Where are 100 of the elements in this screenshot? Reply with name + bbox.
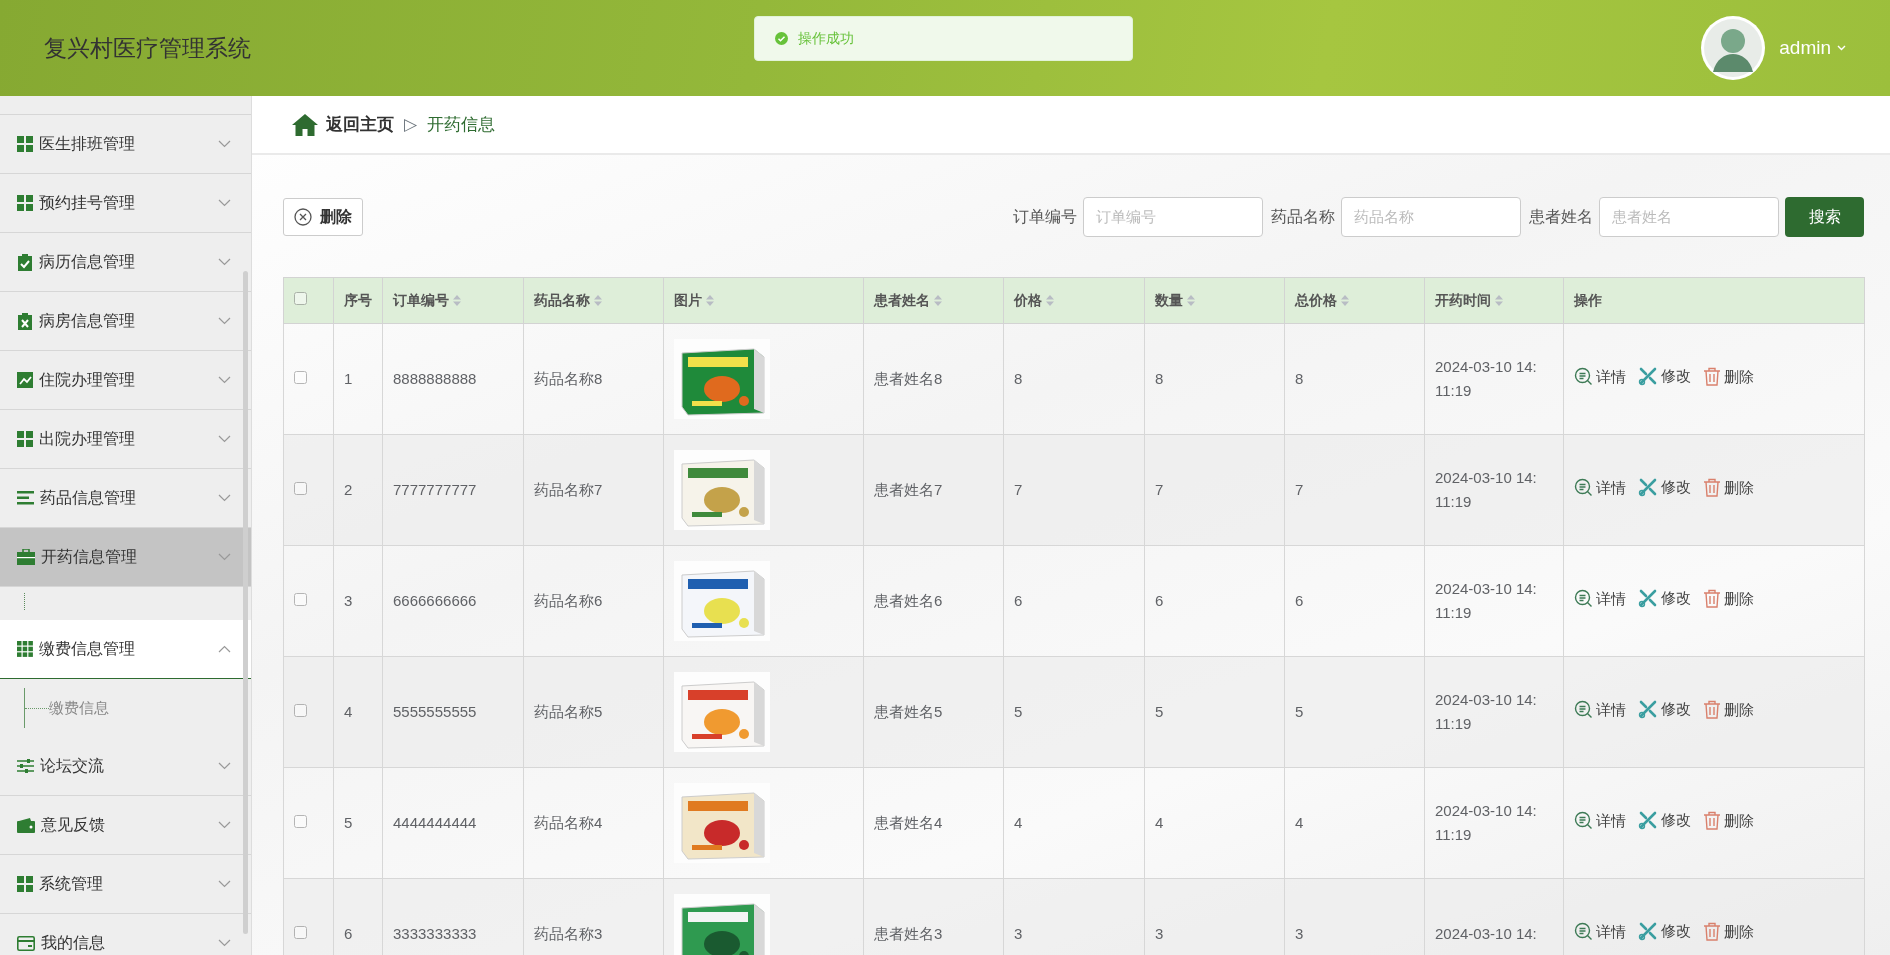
avatar[interactable] [1701,16,1766,80]
home-link[interactable]: 返回主页 [292,111,394,138]
table-cell: 3 [333,545,383,657]
details-button[interactable]: 详情 [1574,476,1626,500]
table-cell: 2024-03-10 14:11:19 [1424,323,1564,435]
table-cell: 药品名称8 [523,323,664,435]
table-cell: 患者姓名7 [863,434,1004,546]
table-cell: 4 [1003,767,1145,879]
table-cell: 6666666666 [382,545,524,657]
details-button[interactable]: 详情 [1574,587,1626,611]
tools-icon [1638,477,1658,498]
list-icon [17,491,34,505]
delete-button[interactable]: 删除 [1703,920,1754,944]
table-cell: 7 [1284,434,1425,546]
table-cell: 药品名称7 [523,434,664,546]
checkbox[interactable] [294,592,307,606]
chevron-down-icon [218,258,231,266]
trash-icon [1703,478,1721,498]
column-label: 数量 [1155,291,1183,310]
sort-icon[interactable] [453,295,461,306]
checkbox[interactable] [294,292,307,305]
sort-icon[interactable] [934,295,942,306]
edit-button[interactable]: 修改 [1638,587,1691,610]
column-label: 图片 [674,291,702,310]
card-icon [17,935,35,951]
table-cell: 4 [1144,767,1285,879]
input-field[interactable]: 患者姓名 [1599,196,1779,237]
delete-button[interactable]: 删除 [1703,698,1754,722]
column-label: 订单编号 [393,291,449,310]
checkbox[interactable] [294,814,307,828]
details-icon [1574,700,1593,720]
table-cell: 药品名称5 [523,656,664,768]
checkbox[interactable] [294,925,307,939]
edit-button[interactable]: 修改 [1638,698,1691,721]
tools-icon [1638,921,1658,942]
menu-item[interactable]: 缴费信息管理 [0,620,251,679]
sort-icon[interactable] [1341,295,1349,306]
grid-icon [17,136,33,152]
column-label: 患者姓名 [874,291,930,310]
chevron-down-icon [218,880,231,888]
details-button[interactable]: 详情 [1574,698,1626,722]
delete-button[interactable]: 删除 [1703,365,1754,389]
table-cell: 药品名称6 [523,545,664,657]
chevron-down-icon [218,939,231,947]
table-cell: 7 [1003,434,1145,546]
sort-icon[interactable] [1046,295,1054,306]
delete-button[interactable]: 删除 [1703,476,1754,500]
home-icon [292,113,318,136]
table-cell: 6 [1003,545,1145,657]
scrollbar[interactable] [243,271,248,934]
edit-button[interactable]: 修改 [1638,920,1691,943]
sort-icon[interactable] [594,295,602,306]
table-cell: 5 [1003,656,1145,768]
chart-icon [17,372,33,388]
column-label: 总价格 [1295,291,1337,310]
table-cell: 8888888888 [382,323,524,435]
trash-icon [1703,367,1721,387]
success-icon [775,32,788,45]
table-cell: 8 [1003,323,1145,435]
edit-button[interactable]: 修改 [1638,365,1691,388]
input-field[interactable]: 药品名称 [1341,196,1521,237]
details-icon [1574,811,1593,831]
column-label: 操作 [1574,291,1602,310]
table-cell: 3333333333 [382,878,524,955]
checkbox[interactable] [294,703,307,717]
table-cell: 2024-03-10 14:11:19 [1424,656,1564,768]
menu-item[interactable]: 预约挂号管理 [0,174,251,233]
delete-button[interactable]: 删除 [1703,809,1754,833]
sort-icon[interactable] [1495,295,1503,306]
table-cell: 5 [333,767,383,879]
table-cell: 5 [1144,656,1285,768]
chevron-down-icon [218,199,231,207]
search-button[interactable]: 搜索 [1785,196,1864,237]
filter-label: 药品名称 [1271,206,1335,227]
details-button[interactable]: 详情 [1574,365,1626,389]
edit-button[interactable]: 修改 [1638,809,1691,832]
sliders-icon [17,758,34,774]
details-button[interactable]: 详情 [1574,920,1626,944]
checkbox[interactable] [294,481,307,495]
chevron-down-icon [218,317,231,325]
table-cell: 患者姓名4 [863,767,1004,879]
menu-item[interactable]: 医生排班管理 [0,115,251,174]
table-cell: 患者姓名5 [863,656,1004,768]
input-field[interactable]: 订单编号 [1083,196,1263,237]
breadcrumb-separator: ▷ [404,113,418,136]
tools-icon [1638,588,1658,609]
chevron-down-icon [218,821,231,829]
table-cell: 7777777777 [382,434,524,546]
delete-button[interactable]: 删除 [1703,587,1754,611]
column-label: 价格 [1014,291,1042,310]
edit-button[interactable]: 修改 [1638,476,1691,499]
delete-button[interactable]: 删除 [283,197,363,236]
filter-label: 患者姓名 [1529,206,1593,227]
table-cell: 3 [1003,878,1145,955]
checkbox[interactable] [294,370,307,384]
details-button[interactable]: 详情 [1574,809,1626,833]
menu-item[interactable]: 开药信息管理 [0,528,251,587]
sort-icon[interactable] [1187,295,1195,306]
table-cell: 7 [1144,434,1285,546]
sort-icon[interactable] [706,295,714,306]
